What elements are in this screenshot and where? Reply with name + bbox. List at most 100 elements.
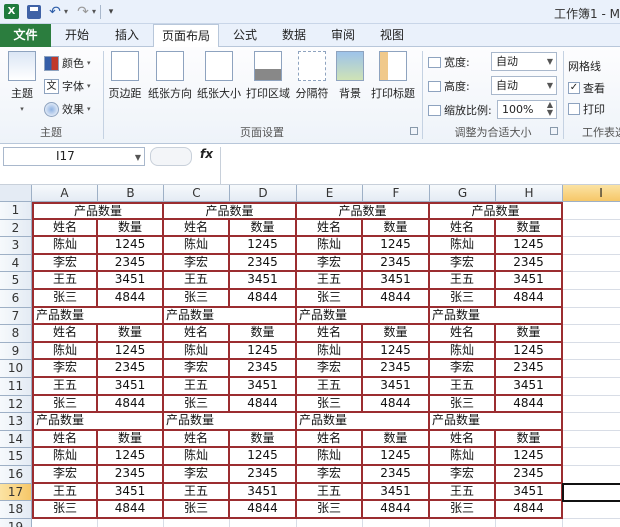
name-cell[interactable]: 李宏 — [297, 360, 363, 378]
cell[interactable] — [563, 202, 620, 220]
name-cell[interactable]: 张三 — [164, 290, 230, 308]
qty-cell[interactable]: 4844 — [230, 290, 297, 308]
column-header-b[interactable]: B — [98, 185, 164, 202]
name-cell[interactable]: 李宏 — [32, 466, 98, 484]
header-qty-cell[interactable]: 数量 — [496, 430, 563, 449]
qty-cell[interactable]: 3451 — [363, 272, 430, 290]
name-cell[interactable]: 陈灿 — [164, 237, 230, 255]
qty-cell[interactable]: 2345 — [363, 466, 430, 484]
background-button[interactable]: 背景 — [335, 51, 365, 101]
cell[interactable] — [563, 308, 620, 326]
table-title-cell[interactable]: 产品数量 — [32, 202, 164, 220]
qty-cell[interactable]: 3451 — [98, 483, 164, 502]
qty-cell[interactable]: 1245 — [98, 448, 164, 466]
name-cell[interactable]: 王五 — [297, 483, 363, 502]
header-name-cell[interactable]: 姓名 — [32, 430, 98, 449]
tab-home[interactable]: 开始 — [54, 24, 100, 47]
margins-button[interactable]: 页边距 — [107, 51, 143, 101]
row-header-14[interactable]: 14 — [0, 430, 32, 449]
name-cell[interactable]: 李宏 — [164, 466, 230, 484]
cell[interactable] — [563, 343, 620, 361]
name-cell[interactable]: 张三 — [164, 395, 230, 414]
cell[interactable] — [98, 518, 164, 527]
row-header-6[interactable]: 6 — [0, 290, 32, 308]
header-qty-cell[interactable]: 数量 — [230, 219, 297, 238]
table-title-cell[interactable]: 产品数量 — [164, 307, 297, 326]
name-cell[interactable]: 王五 — [32, 272, 98, 290]
qty-cell[interactable]: 3451 — [230, 272, 297, 290]
qty-cell[interactable]: 2345 — [363, 254, 430, 273]
qty-cell[interactable]: 2345 — [230, 254, 297, 273]
size-button[interactable]: 纸张大小 — [196, 51, 242, 101]
colors-button[interactable]: 颜色 ▾ — [44, 53, 91, 73]
row-header-12[interactable]: 12 — [0, 395, 32, 414]
header-qty-cell[interactable]: 数量 — [230, 430, 297, 449]
header-name-cell[interactable]: 姓名 — [297, 219, 363, 238]
row-header-4[interactable]: 4 — [0, 254, 32, 273]
row-header-5[interactable]: 5 — [0, 272, 32, 290]
name-cell[interactable]: 李宏 — [164, 254, 230, 273]
header-name-cell[interactable]: 姓名 — [297, 325, 363, 343]
cell[interactable] — [563, 237, 620, 255]
column-header-i[interactable]: I — [563, 185, 620, 202]
name-cell[interactable]: 王五 — [32, 483, 98, 502]
print-titles-button[interactable]: 打印标题 — [369, 51, 417, 101]
name-cell[interactable]: 张三 — [297, 501, 363, 519]
cell[interactable] — [563, 448, 620, 466]
print-area-button[interactable]: 打印区域 — [244, 51, 292, 101]
name-cell[interactable]: 王五 — [297, 378, 363, 396]
name-cell[interactable]: 张三 — [430, 395, 496, 414]
name-cell[interactable]: 张三 — [297, 290, 363, 308]
name-cell[interactable]: 陈灿 — [297, 237, 363, 255]
qty-cell[interactable]: 2345 — [230, 466, 297, 484]
select-all-corner[interactable] — [0, 185, 32, 202]
qty-cell[interactable]: 1245 — [98, 237, 164, 255]
gridlines-view-checkbox[interactable]: ✓ 查看 — [568, 78, 605, 98]
name-cell[interactable]: 王五 — [430, 272, 496, 290]
page-setup-launcher-icon[interactable] — [410, 127, 418, 135]
cell[interactable] — [563, 413, 620, 431]
table-title-cell[interactable]: 产品数量 — [297, 307, 430, 326]
qty-cell[interactable]: 2345 — [496, 360, 563, 378]
customize-qat-icon[interactable]: ▾ — [106, 3, 116, 20]
name-cell[interactable]: 陈灿 — [32, 448, 98, 466]
formula-bar-resize-handle[interactable] — [150, 147, 192, 166]
name-cell[interactable]: 陈灿 — [430, 448, 496, 466]
redo-icon[interactable]: ↷ — [76, 3, 90, 20]
name-box[interactable]: I17 ▼ — [3, 147, 145, 166]
name-cell[interactable]: 张三 — [430, 290, 496, 308]
tab-formulas[interactable]: 公式 — [222, 24, 268, 47]
name-cell[interactable]: 王五 — [297, 272, 363, 290]
name-cell[interactable]: 张三 — [164, 501, 230, 519]
header-qty-cell[interactable]: 数量 — [230, 325, 297, 343]
qty-cell[interactable]: 1245 — [496, 448, 563, 466]
row-header-9[interactable]: 9 — [0, 342, 32, 361]
qty-cell[interactable]: 3451 — [230, 378, 297, 396]
column-header-e[interactable]: E — [297, 185, 363, 202]
header-qty-cell[interactable]: 数量 — [496, 219, 563, 238]
cell[interactable] — [563, 290, 620, 308]
qty-cell[interactable]: 4844 — [98, 290, 164, 308]
header-qty-cell[interactable]: 数量 — [98, 325, 164, 343]
header-name-cell[interactable]: 姓名 — [430, 430, 496, 449]
effects-button[interactable]: 效果 ▾ — [44, 99, 91, 119]
name-cell[interactable]: 陈灿 — [297, 342, 363, 361]
column-header-h[interactable]: H — [496, 185, 563, 202]
orientation-button[interactable]: 纸张方向 — [146, 51, 194, 101]
header-name-cell[interactable]: 姓名 — [164, 219, 230, 238]
name-cell[interactable]: 王五 — [32, 378, 98, 396]
qty-cell[interactable]: 1245 — [230, 342, 297, 361]
qty-cell[interactable]: 4844 — [363, 501, 430, 519]
cell[interactable] — [563, 396, 620, 414]
cell[interactable] — [430, 518, 496, 527]
cell[interactable] — [563, 431, 620, 449]
cell[interactable] — [563, 220, 620, 238]
qty-cell[interactable]: 2345 — [363, 360, 430, 378]
tab-data[interactable]: 数据 — [271, 24, 317, 47]
header-name-cell[interactable]: 姓名 — [430, 325, 496, 343]
name-cell[interactable]: 王五 — [430, 378, 496, 396]
name-cell[interactable]: 李宏 — [32, 254, 98, 273]
name-cell[interactable]: 张三 — [32, 501, 98, 519]
name-cell[interactable]: 陈灿 — [164, 448, 230, 466]
row-header-2[interactable]: 2 — [0, 219, 32, 238]
